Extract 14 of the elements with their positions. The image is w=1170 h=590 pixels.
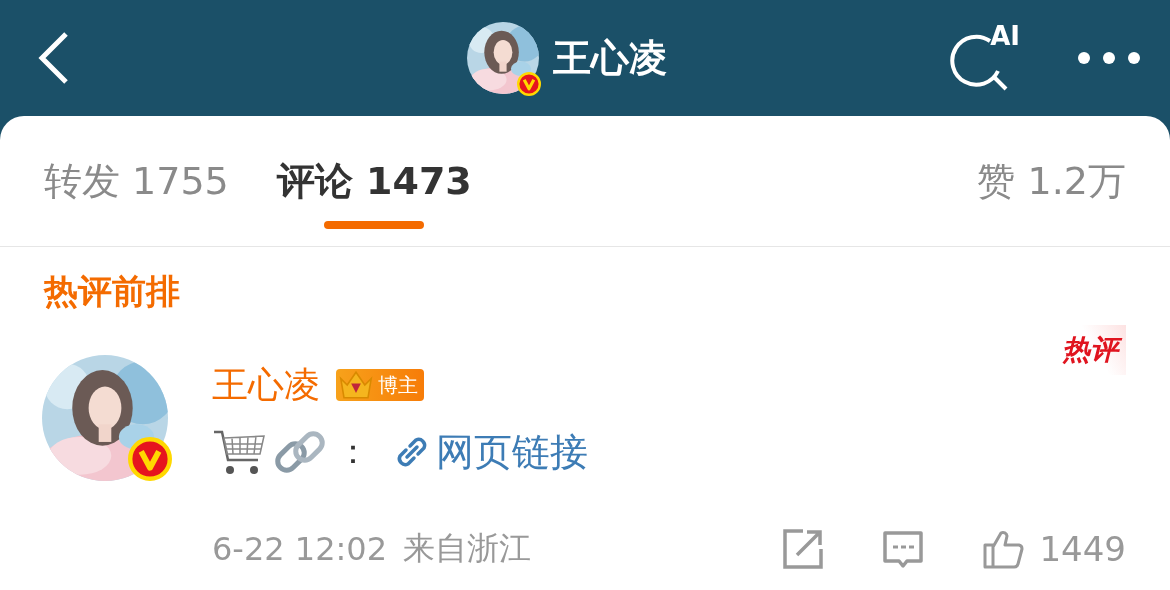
web-link[interactable]: 网页链接 [392,426,588,478]
colon: ： [336,430,370,473]
comment-author[interactable]: 王心凌 [212,360,320,410]
tab[interactable]: 赞 1.2万 [977,156,1126,229]
tab[interactable]: 评论 1473 [276,156,472,229]
blogger-badge: 博主 [336,369,424,401]
comment-location: 来自浙江 [403,528,531,569]
profile-name: 王心凌 [553,34,667,82]
tab[interactable]: 转发 1755 [44,156,229,229]
section-title: 热评前排 [42,270,181,311]
ai-search-button[interactable]: AI [950,25,1016,91]
comment-time: 6-22 12:02 [212,530,387,568]
like-button[interactable]: 1449 [981,527,1126,571]
share-button[interactable] [781,527,826,571]
